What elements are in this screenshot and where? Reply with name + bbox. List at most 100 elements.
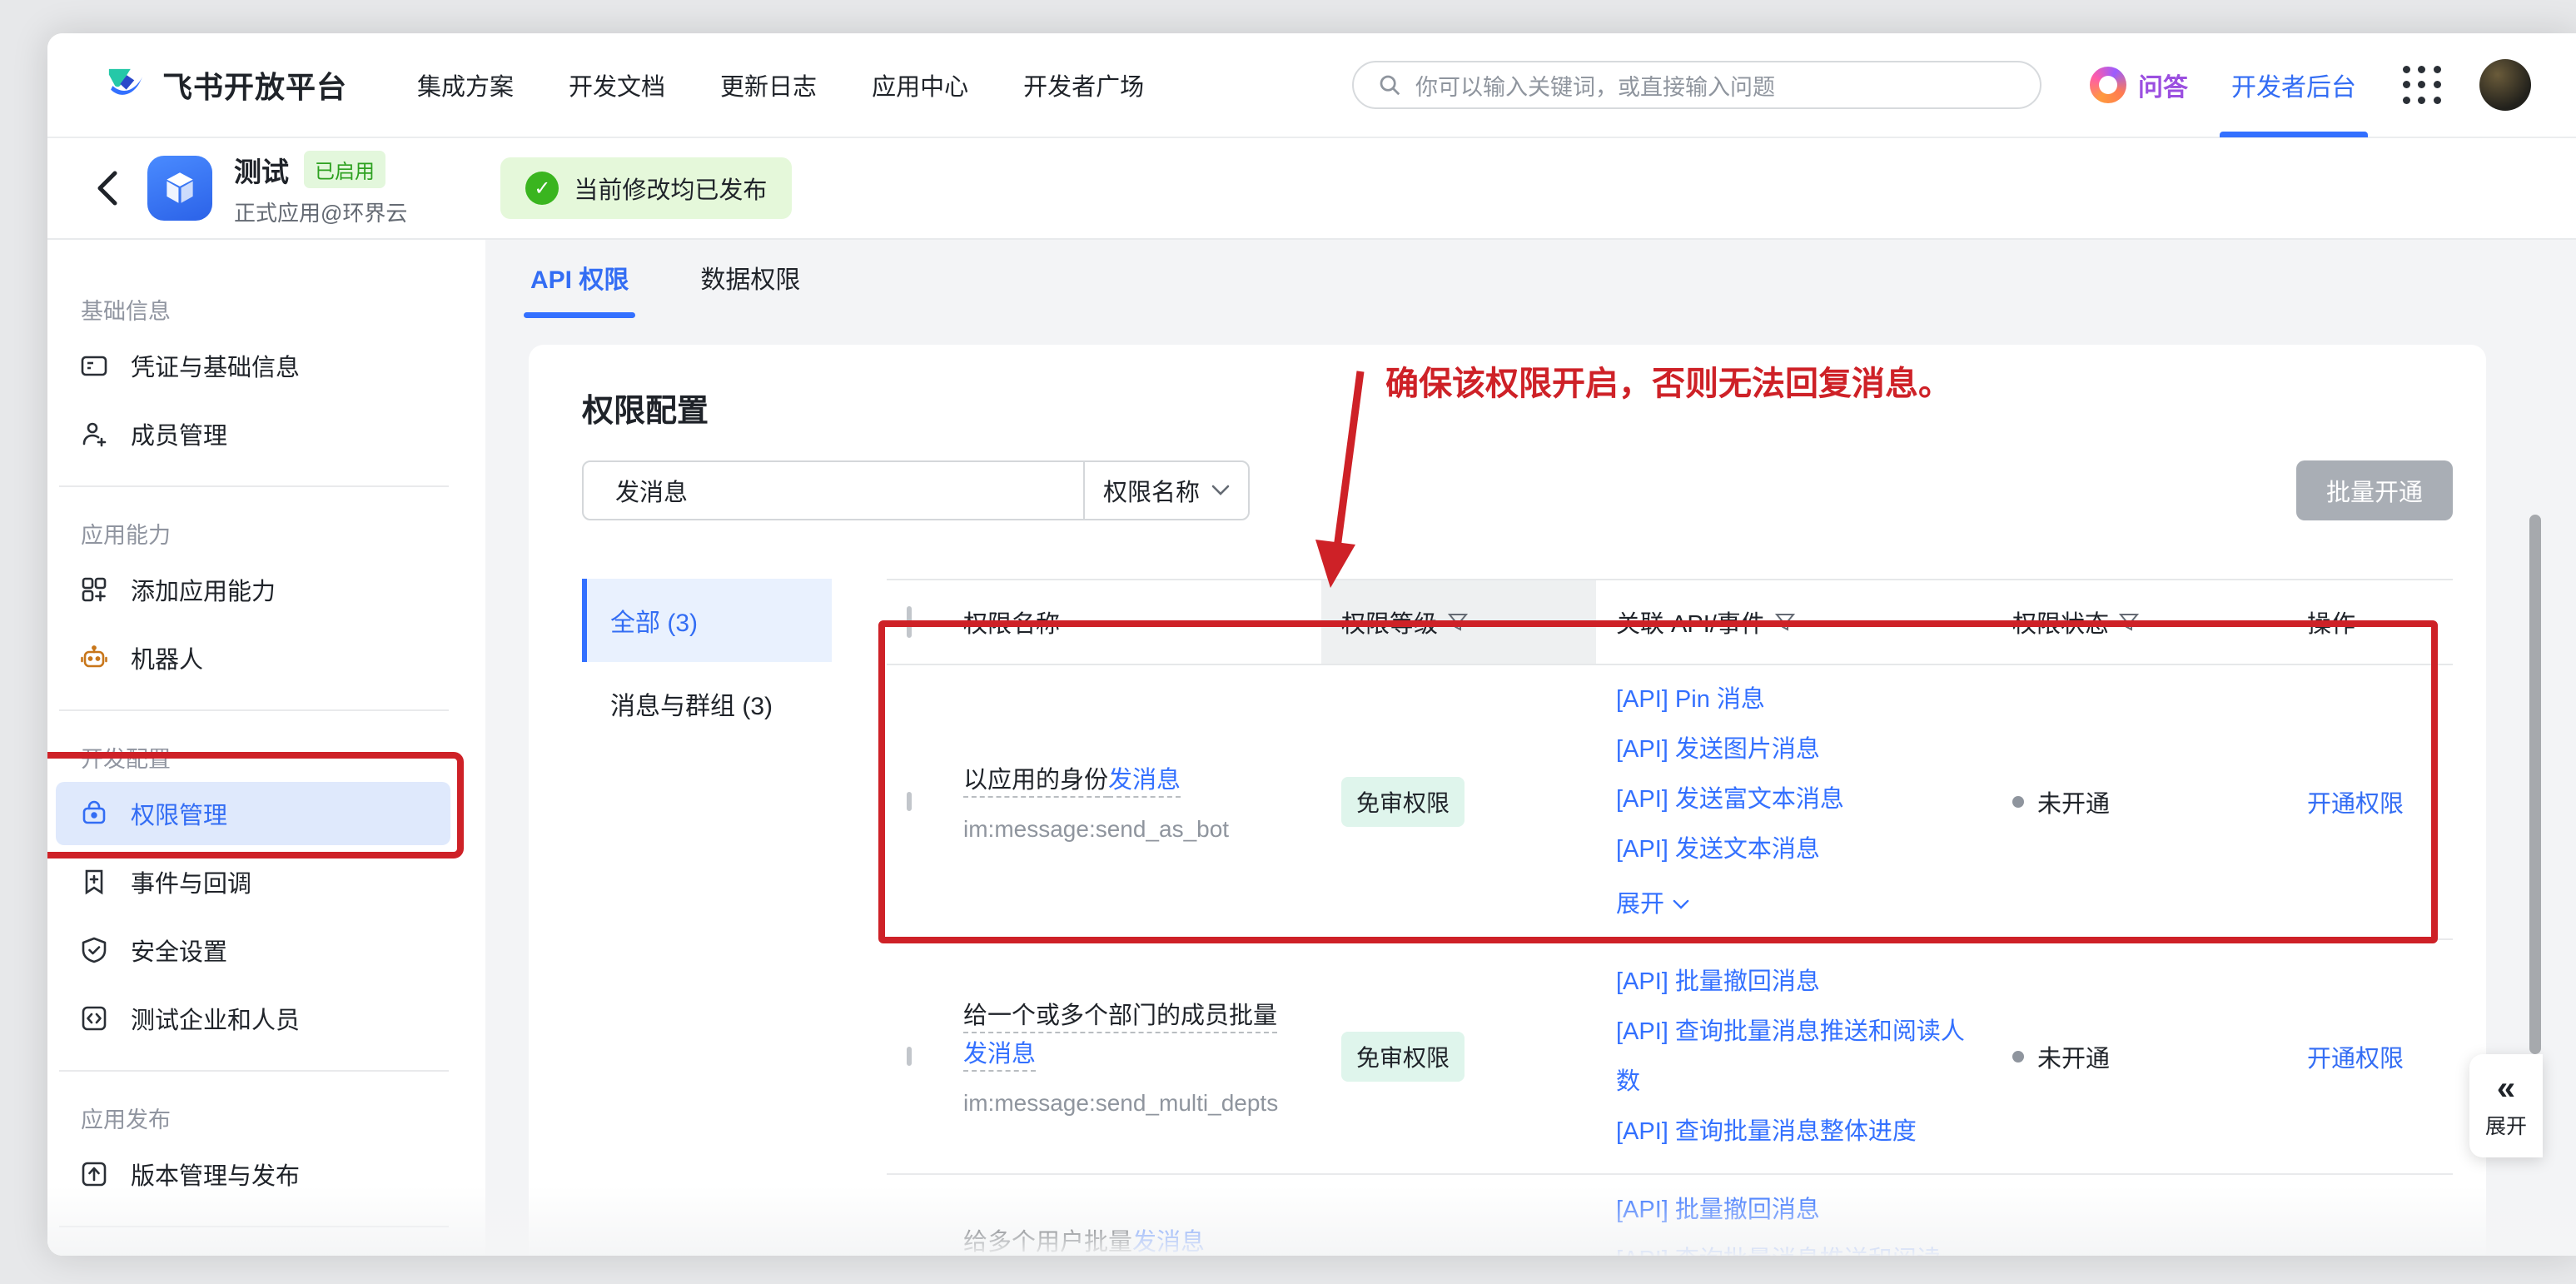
table-header: 权限名称 权限等级 关联 API/事件 [887, 579, 2453, 665]
select-all-checkbox[interactable] [907, 606, 912, 638]
api-link[interactable]: [API] 查询批量消息推送和阅读 [1616, 1235, 1979, 1256]
api-link[interactable]: [API] 查询批量消息整体进度 [1616, 1107, 1979, 1157]
logo-text: 飞书开放平台 [162, 63, 347, 107]
bulk-enable-button[interactable]: 批量开通 [2296, 460, 2453, 520]
person-add-icon [79, 419, 109, 449]
sidebar-item-credentials[interactable]: 凭证与基础信息 [56, 334, 450, 397]
sidebar-section-capabilities: 应用能力 [81, 517, 485, 550]
permission-search-input[interactable]: 发消息 [584, 462, 1083, 519]
status-dot-icon [2012, 796, 2024, 808]
top-navbar: 飞书开放平台 集成方案 开发文档 更新日志 应用中心 开发者广场 你可以输入关键… [47, 33, 2576, 138]
api-link[interactable]: [API] 发送图片消息 [1616, 724, 1979, 774]
sidebar-item-add-capability[interactable]: 添加应用能力 [56, 558, 450, 621]
permission-scope: im:message:send_multi_depts [963, 1090, 1288, 1117]
app-name: 测试 [234, 150, 289, 190]
nav-item-dev-plaza[interactable]: 开发者广场 [1023, 67, 1144, 102]
feishu-logo[interactable]: 飞书开放平台 [102, 62, 347, 107]
permission-table: 权限名称 权限等级 关联 API/事件 [887, 579, 2453, 1256]
permission-search-control: 发消息 权限名称 [582, 460, 1250, 520]
vertical-scrollbar-thumb[interactable] [2529, 515, 2541, 1054]
nav-item-changelog[interactable]: 更新日志 [720, 67, 817, 102]
id-card-icon [79, 351, 109, 381]
chevron-down-icon [1673, 899, 1689, 910]
nav-item-app-center[interactable]: 应用中心 [872, 67, 968, 102]
api-link[interactable]: [API] 批量撤回消息 [1616, 1185, 1979, 1235]
header-permission-level: 权限等级 [1341, 605, 1468, 640]
api-link[interactable]: [API] 查询批量消息推送和阅读人数 [1616, 1007, 1979, 1107]
enabled-status-badge: 已启用 [304, 151, 385, 188]
sidebar-item-events[interactable]: 事件与回调 [56, 850, 450, 913]
app-subtitle: 正式应用@环界云 [234, 197, 407, 227]
search-placeholder: 你可以输入关键词，或直接输入问题 [1415, 69, 1775, 102]
table-row-send-as-bot: 以应用的身份发消息 im:message:send_as_bot 免审权限 [A… [887, 665, 2453, 940]
header-permission-name: 权限名称 [963, 605, 1321, 640]
enable-permission-link[interactable]: 开通权限 [2307, 791, 2404, 818]
chevron-down-icon [1211, 485, 1230, 496]
bookmark-plus-icon [79, 867, 109, 897]
api-link[interactable]: [API] 发送文本消息 [1616, 824, 1979, 874]
table-row-send-multi-depts: 给一个或多个部门的成员批量发消息 im:message:send_multi_d… [887, 940, 2453, 1175]
level-tag: 免审权限 [1341, 777, 1465, 827]
nav-item-solutions[interactable]: 集成方案 [417, 67, 514, 102]
api-link[interactable]: [API] 批量撤回消息 [1616, 957, 1979, 1007]
api-link[interactable]: [API] Pin 消息 [1616, 674, 1979, 724]
sidebar-item-versions[interactable]: 版本管理与发布 [56, 1142, 450, 1206]
row-checkbox[interactable] [907, 1047, 912, 1066]
search-match-highlight[interactable]: 发消息 [1108, 767, 1181, 794]
expand-tab-label: 展开 [2485, 1110, 2527, 1140]
sidebar-divider [59, 1226, 449, 1227]
sidebar-expand-tab[interactable]: « 展开 [2469, 1054, 2543, 1157]
lock-case-icon [79, 799, 109, 829]
sidebar-item-members[interactable]: 成员管理 [56, 402, 450, 465]
tab-api-permissions[interactable]: API 权限 [530, 265, 629, 316]
filter-funnel-icon [2119, 613, 2139, 631]
header-action: 操作 [2270, 605, 2453, 640]
api-link[interactable]: [API] 发送富文本消息 [1616, 774, 1979, 824]
level-tag: 免审权限 [1341, 1032, 1465, 1082]
sidebar-item-test-org[interactable]: 测试企业和人员 [56, 987, 450, 1050]
search-match-highlight[interactable]: 发消息 [963, 1041, 1036, 1068]
qa-label: 问答 [2138, 67, 2188, 103]
tab-data-permissions[interactable]: 数据权限 [700, 265, 800, 316]
app-meta: 测试 已启用 正式应用@环界云 [234, 150, 407, 227]
grid-plus-icon [79, 575, 109, 605]
qa-ring-icon [2090, 67, 2126, 103]
code-brackets-icon [79, 1003, 109, 1033]
search-icon [1377, 72, 1402, 97]
apps-grid-icon[interactable] [2403, 66, 2441, 104]
feishu-logo-icon [102, 62, 147, 107]
browser-window: 飞书开放平台 集成方案 开发文档 更新日志 应用中心 开发者广场 你可以输入关键… [47, 33, 2576, 1256]
sidebar-item-bot[interactable]: 机器人 [56, 626, 450, 689]
category-message-group[interactable]: 消息与群组 (3) [582, 662, 832, 745]
permission-scope: im:message:send_as_bot [963, 816, 1288, 843]
search-type-dropdown[interactable]: 权限名称 [1083, 462, 1248, 519]
sidebar-item-permissions[interactable]: 权限管理 [56, 782, 450, 845]
shield-check-icon [79, 935, 109, 965]
app-header: 测试 已启用 正式应用@环界云 ✓ 当前修改均已发布 [47, 138, 2576, 240]
permission-name: 给多个用户批量发消息 [963, 1223, 1288, 1256]
global-search-input[interactable]: 你可以输入关键词，或直接输入问题 [1352, 61, 2041, 109]
sidebar-item-security[interactable]: 安全设置 [56, 918, 450, 982]
sidebar: 基础信息 凭证与基础信息 成员管理 应用能力 添加应用能力 [47, 240, 485, 1256]
developer-console-link[interactable]: 开发者后台 [2231, 33, 2356, 137]
sidebar-divider [59, 709, 449, 711]
filter-funnel-icon [1775, 613, 1795, 631]
expand-api-list-link[interactable]: 展开 [1616, 879, 1689, 929]
header-permission-status: 权限状态 [2012, 605, 2139, 640]
user-avatar[interactable] [2479, 59, 2531, 111]
nav-item-docs[interactable]: 开发文档 [569, 67, 665, 102]
row-checkbox[interactable] [907, 792, 912, 811]
back-button[interactable] [94, 168, 119, 208]
status-text: 未开通 [2037, 1039, 2110, 1074]
permission-config-card: 权限配置 发消息 权限名称 批量开通 全部 (3) [529, 345, 2486, 1256]
sidebar-section-basic: 基础信息 [81, 293, 485, 326]
status-text: 未开通 [2037, 784, 2110, 819]
header-related-api: 关联 API/事件 [1616, 605, 1795, 640]
permission-name: 以应用的身份发消息 [963, 761, 1288, 799]
qa-link[interactable]: 问答 [2090, 67, 2188, 103]
enable-permission-link[interactable]: 开通权限 [2307, 1046, 2404, 1072]
sidebar-divider [59, 485, 449, 487]
category-all[interactable]: 全部 (3) [582, 579, 832, 662]
sidebar-divider [59, 1070, 449, 1072]
search-match-highlight[interactable]: 发消息 [1132, 1229, 1205, 1256]
